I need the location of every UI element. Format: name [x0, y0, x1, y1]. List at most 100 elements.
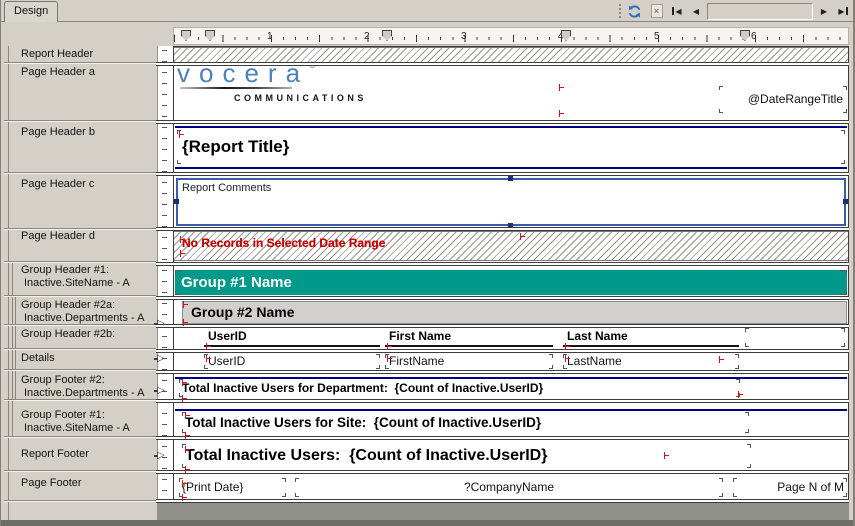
sidebar-section-page-header-d[interactable]: Page Header d: [21, 230, 95, 242]
field-corner-mark: [840, 291, 847, 295]
next-page-icon[interactable]: ▶: [816, 2, 832, 20]
field-corner-mark: [843, 109, 847, 113]
sidebar-divider: [4, 470, 156, 472]
section-divider[interactable]: [156, 470, 849, 474]
sidebar-section-group-header-2a-sub: Inactive.Departments - A: [24, 312, 144, 324]
section-divider[interactable]: [156, 227, 849, 231]
sidebar-divider: [4, 500, 156, 502]
section-divider[interactable]: [156, 296, 849, 300]
sidebar-section-page-footer[interactable]: Page Footer: [21, 477, 82, 489]
field-corner-mark: [177, 160, 181, 164]
field-corner-mark: [843, 86, 847, 90]
field-corner-mark: [295, 493, 299, 497]
title-bottom-rule: [175, 167, 847, 169]
guideline-mark-icon: [719, 356, 723, 363]
sidebar-divider: [4, 261, 156, 263]
logo-underline: [180, 87, 292, 89]
field-corner-mark: [745, 343, 749, 347]
sidebar-section-group-header-2a[interactable]: Group Header #2a:: [21, 299, 115, 311]
sidebar-section-page-header-b[interactable]: Page Header b: [21, 126, 95, 138]
report-comments-field[interactable]: Report Comments: [176, 178, 846, 226]
field-corner-mark: [719, 478, 723, 482]
first-page-icon[interactable]: ◀: [669, 2, 685, 20]
column-header-first-name[interactable]: First Name: [385, 328, 553, 347]
ruler-number: 1: [267, 31, 273, 42]
sidebar-section-group-header-1-sub: Inactive.SiteName - A: [24, 277, 130, 289]
section-divider[interactable]: [156, 172, 849, 176]
details-field-lastname[interactable]: LastName: [563, 354, 739, 369]
toolbar: × ◀ ◀ ▶ ▶: [619, 1, 851, 21]
print-date-field[interactable]: {Print Date}: [179, 478, 286, 497]
guideline-mark-icon: [565, 355, 569, 362]
field-corner-mark: [733, 478, 737, 482]
column-header-userid[interactable]: UserID: [204, 328, 380, 347]
field-corner-mark: [549, 365, 553, 369]
refresh-icon: [627, 4, 642, 19]
field-corner-mark: [745, 429, 749, 433]
no-records-text-field[interactable]: No Records in Selected Date Range: [182, 236, 385, 250]
band-pointer-icon: ▷: [157, 354, 165, 364]
group1-name-field[interactable]: Group #1 Name: [175, 270, 847, 295]
tab-design[interactable]: Design: [4, 1, 58, 22]
sidebar-section-group-header-1[interactable]: Group Header #1:: [21, 264, 109, 276]
field-corner-mark: [735, 354, 739, 358]
guideline-mark-icon: [183, 319, 187, 326]
sidebar-section-details[interactable]: Details: [21, 352, 55, 364]
horizontal-ruler: 1 2 3 4 5 6: [173, 27, 849, 45]
sidebar-section-report-footer[interactable]: Report Footer: [21, 448, 89, 460]
field-corner-mark: [843, 493, 847, 497]
field-corner-mark: [295, 478, 299, 482]
sidebar-section-group-footer-2[interactable]: Group Footer #2:: [21, 374, 105, 386]
field-corner-mark: [735, 365, 739, 369]
ruler-number: 5: [654, 31, 660, 42]
selection-handle[interactable]: [174, 199, 179, 204]
guideline-mark-icon: [738, 391, 742, 398]
toolbar-grip-icon[interactable]: [619, 4, 622, 18]
company-name-field[interactable]: ?CompanyName: [295, 478, 723, 497]
section-divider[interactable]: [156, 399, 849, 403]
guideline-mark-icon: [185, 466, 189, 473]
group-footer-2-total-field[interactable]: Total Inactive Users for Department: {Co…: [179, 379, 740, 397]
ruler-number: 2: [364, 31, 370, 42]
prev-page-icon[interactable]: ◀: [688, 2, 704, 20]
column-header-last-name[interactable]: Last Name: [563, 328, 739, 347]
guideline-mark-icon: [182, 480, 186, 487]
sidebar-section-report-header[interactable]: Report Header: [21, 48, 93, 60]
page-number-field[interactable]: Page N of M: [733, 478, 847, 497]
field-corner-mark: [841, 328, 845, 332]
section-divider[interactable]: [156, 120, 849, 124]
group-footer-1-rule: [175, 409, 847, 411]
guideline-mark-icon: [206, 343, 210, 350]
report-title-field[interactable]: {Report Title}: [177, 130, 845, 164]
sidebar-section-page-header-c[interactable]: Page Header c: [21, 178, 94, 190]
sidebar-divider: [4, 228, 156, 230]
refresh-icon[interactable]: [625, 2, 644, 20]
section-divider[interactable]: [156, 370, 849, 374]
window-bottom-edge: [1, 520, 855, 526]
field-corner-mark: [719, 493, 723, 497]
group2-name-field[interactable]: Group #2 Name: [182, 301, 847, 324]
details-field-firstname[interactable]: FirstName: [385, 354, 553, 369]
section-divider[interactable]: [156, 436, 849, 440]
sidebar-section-page-header-a[interactable]: Page Header a: [21, 66, 95, 78]
date-range-title-field[interactable]: @DateRangeTitle: [719, 86, 847, 113]
field-corner-mark: [204, 365, 208, 369]
section-divider[interactable]: [156, 324, 849, 328]
report-designer-window: Design × ◀ ◀ ▶ ▶ Report: [0, 0, 855, 526]
section-divider[interactable]: [156, 262, 849, 266]
title-top-rule: [175, 126, 847, 128]
group-footer-1-total-field[interactable]: Total Inactive Users for Site: {Count of…: [182, 412, 749, 433]
sidebar-divider: [4, 399, 156, 401]
section-divider[interactable]: [156, 499, 849, 503]
export-icon[interactable]: ×: [647, 2, 666, 20]
section-divider[interactable]: [156, 62, 849, 66]
sidebar-section-group-footer-1[interactable]: Group Footer #1:: [21, 409, 105, 421]
sidebar-section-group-header-2b[interactable]: Group Header #2b:: [21, 328, 115, 340]
last-page-icon[interactable]: ▶: [835, 2, 851, 20]
details-field-userid[interactable]: UserID: [204, 354, 380, 369]
field-corner-mark: [747, 444, 751, 448]
guideline-mark-icon: [182, 494, 186, 501]
selection-handle[interactable]: [508, 176, 513, 181]
section-divider[interactable]: [156, 349, 849, 353]
selection-handle[interactable]: [843, 199, 848, 204]
